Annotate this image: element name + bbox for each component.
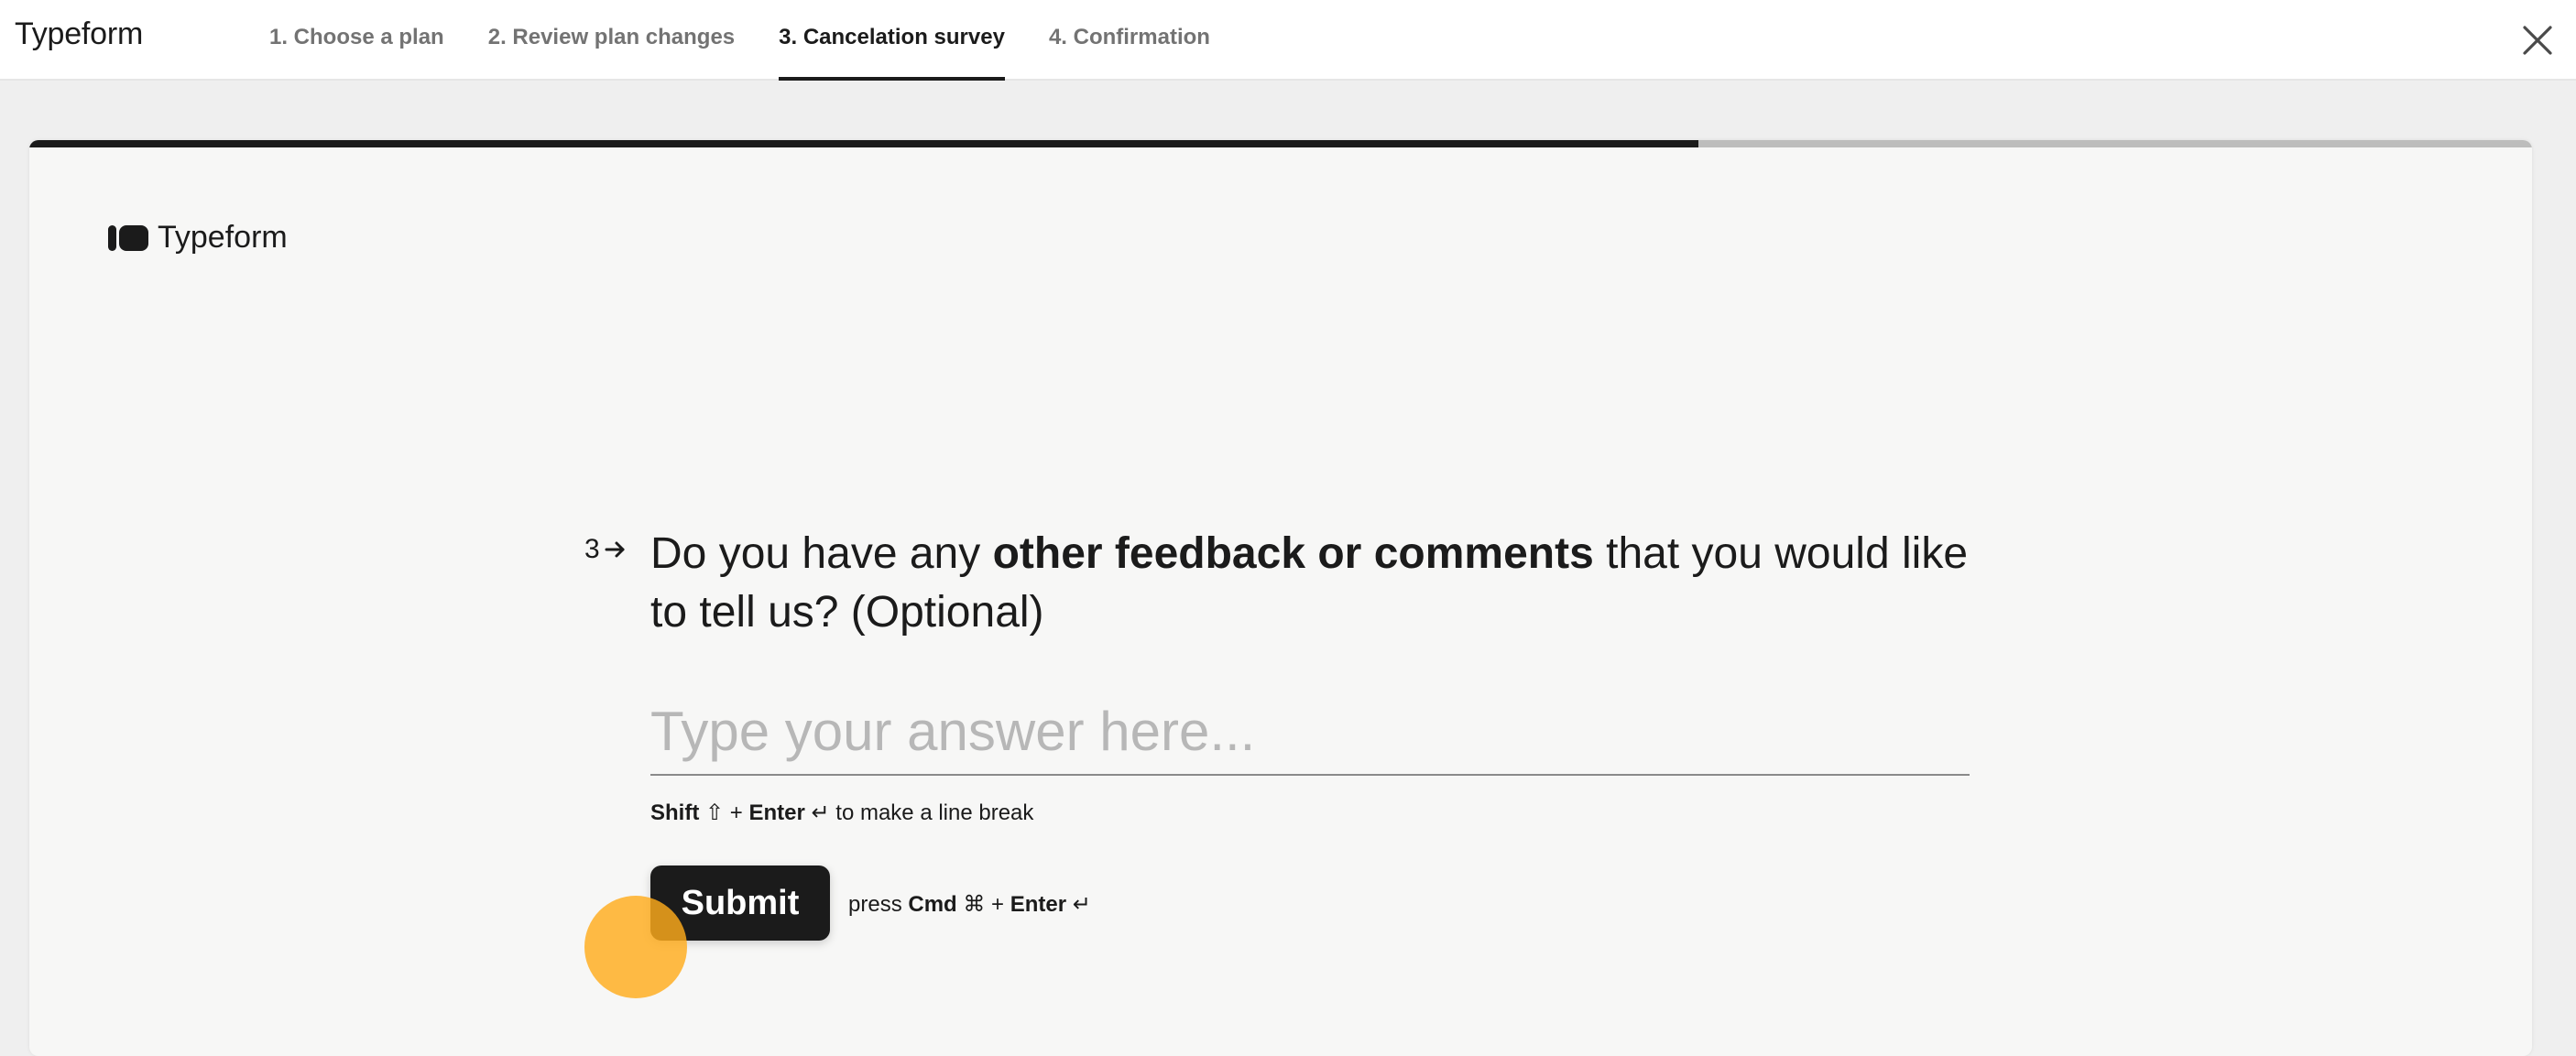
shift-icon: ⇧ <box>705 800 725 825</box>
close-icon <box>2523 26 2552 55</box>
answer-field-wrapper <box>650 691 1970 776</box>
brand-logo[interactable]: Typeform <box>15 16 143 52</box>
press-hint-enter-key: Enter <box>1010 892 1067 917</box>
line-break-hint: Shift ⇧ + Enter ↵ to make a line break <box>650 800 1033 826</box>
question-number: 3 <box>584 534 628 565</box>
submit-shortcut-hint: press Cmd ⌘ + Enter ↵ <box>848 891 1091 918</box>
close-button[interactable] <box>2517 20 2558 60</box>
arrow-right-icon <box>605 541 625 558</box>
typeform-card: Typeform 3 Do you have any other feedbac… <box>29 140 2532 1056</box>
hint-text: to make a line break <box>835 800 1034 825</box>
command-icon: ⌘ <box>963 892 986 917</box>
step-tabs: 1. Choose a plan 2. Review plan changes … <box>269 0 1210 81</box>
form-progress-fill <box>29 140 1699 147</box>
top-navigation-bar: Typeform 1. Choose a plan 2. Review plan… <box>0 0 2576 81</box>
tab-confirmation[interactable]: 4. Confirmation <box>1049 0 1210 81</box>
answer-input[interactable] <box>650 691 1970 770</box>
form-progress-bar <box>29 140 2532 147</box>
question-text-bold: other feedback or comments <box>992 529 1594 578</box>
tab-review-plan-changes[interactable]: 2. Review plan changes <box>488 0 735 81</box>
hint-enter-key: Enter <box>748 800 805 825</box>
tab-cancelation-survey[interactable]: 3. Cancelation survey <box>779 0 1005 81</box>
return-icon: ↵ <box>1072 892 1091 917</box>
press-hint-prefix: press <box>848 892 902 917</box>
typeform-logo-icon <box>108 224 148 251</box>
hint-plus: + <box>729 800 743 825</box>
question-text-before: Do you have any <box>650 529 981 578</box>
submit-button[interactable]: Submit <box>650 865 830 941</box>
question-title: Do you have any other feedback or commen… <box>650 525 1970 642</box>
hint-shift-key: Shift <box>650 800 700 825</box>
form-logo: Typeform <box>108 220 288 256</box>
press-hint-plus: + <box>991 892 1005 917</box>
question-number-text: 3 <box>584 534 600 564</box>
press-hint-cmd-key: Cmd <box>908 892 957 917</box>
tab-choose-a-plan[interactable]: 1. Choose a plan <box>269 0 444 81</box>
form-logo-text: Typeform <box>158 220 288 255</box>
enter-icon: ↵ <box>811 800 830 825</box>
